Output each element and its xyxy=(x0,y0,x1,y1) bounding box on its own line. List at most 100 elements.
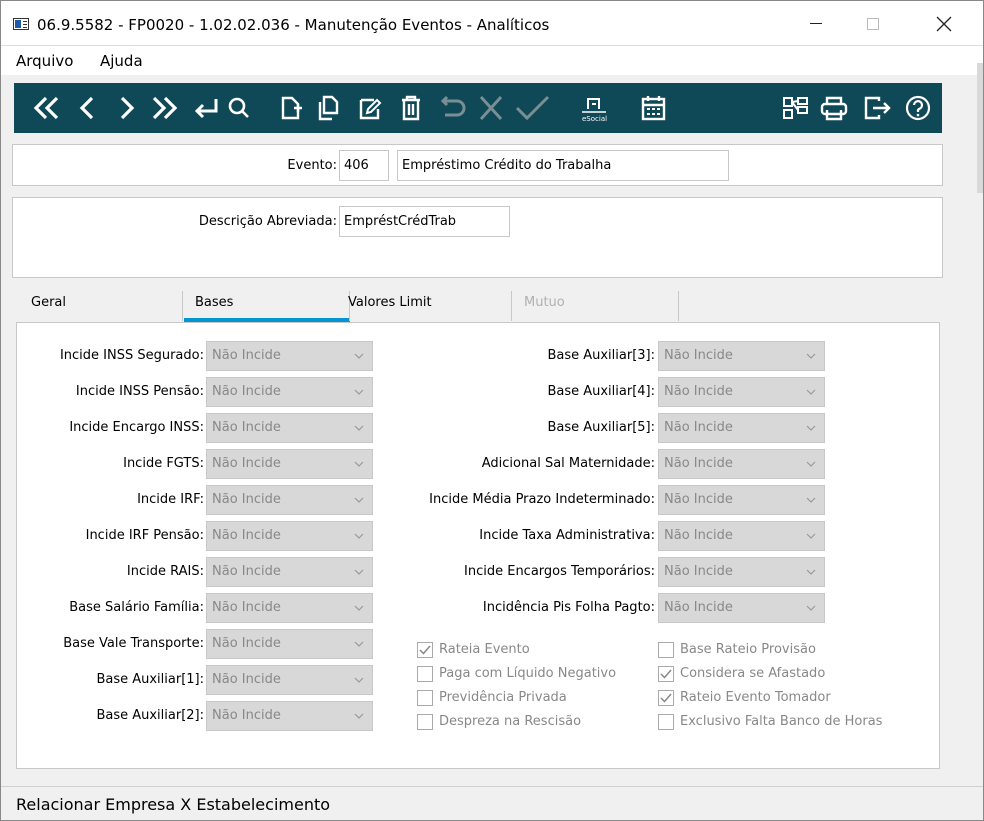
checkbox[interactable] xyxy=(658,666,674,682)
chevron-down-icon xyxy=(806,497,816,503)
enter-button[interactable] xyxy=(187,90,223,126)
menu-arquivo[interactable]: Arquivo xyxy=(16,52,73,70)
chevron-down-icon xyxy=(354,353,364,359)
checkbox-option[interactable]: Rateia Evento xyxy=(417,639,530,661)
tab-geral[interactable]: Geral xyxy=(31,291,66,321)
first-record-button[interactable] xyxy=(28,90,64,126)
print-button[interactable] xyxy=(815,90,851,126)
dropdown-arrow[interactable] xyxy=(352,414,366,442)
incidence-select[interactable]: Não Incide xyxy=(658,485,825,515)
chevron-down-icon xyxy=(806,533,816,539)
esocial-button[interactable]: eSocial xyxy=(575,90,611,126)
incidence-select[interactable]: Não Incide xyxy=(206,593,373,623)
select-value: Não Incide xyxy=(212,384,281,399)
exit-button[interactable] xyxy=(859,90,895,126)
dropdown-arrow[interactable] xyxy=(352,702,366,730)
incidence-select[interactable]: Não Incide xyxy=(658,341,825,371)
dropdown-arrow[interactable] xyxy=(352,522,366,550)
dropdown-arrow[interactable] xyxy=(804,594,818,622)
evento-name-field[interactable]: Empréstimo Crédito do Trabalha xyxy=(397,150,729,181)
first-icon xyxy=(33,96,59,120)
checkbox[interactable] xyxy=(658,642,674,658)
incidence-select[interactable]: Não Incide xyxy=(206,701,373,731)
copy-record-button[interactable] xyxy=(310,90,346,126)
descricao-field[interactable]: EmpréstCrédTrab xyxy=(339,206,510,237)
checkbox-option[interactable]: Paga com Líquido Negativo xyxy=(417,663,616,685)
select-value: Não Incide xyxy=(664,564,733,579)
incidence-select[interactable]: Não Incide xyxy=(206,449,373,479)
last-record-button[interactable] xyxy=(145,90,181,126)
dropdown-arrow[interactable] xyxy=(804,414,818,442)
tab-bases[interactable]: Bases xyxy=(195,291,233,321)
dropdown-arrow[interactable] xyxy=(804,450,818,478)
tab-valores-limit[interactable]: Valores Limit xyxy=(348,291,432,321)
dropdown-arrow[interactable] xyxy=(804,378,818,406)
side-scrollbar[interactable] xyxy=(977,63,983,193)
title-bar: 06.9.5582 - FP0020 - 1.02.02.036 - Manut… xyxy=(1,1,983,45)
dropdown-arrow[interactable] xyxy=(352,558,366,586)
chevron-down-icon xyxy=(806,353,816,359)
esocial-icon xyxy=(582,98,606,113)
checkbox[interactable] xyxy=(417,666,433,682)
incidence-select[interactable]: Não Incide xyxy=(206,341,373,371)
checkbox[interactable] xyxy=(658,690,674,706)
incidence-select[interactable]: Não Incide xyxy=(658,449,825,479)
status-text: Relacionar Empresa X Estabelecimento xyxy=(16,795,331,814)
checkbox-option[interactable]: Base Rateio Provisão xyxy=(658,639,816,661)
checkbox-option[interactable]: Considera se Afastado xyxy=(658,663,825,685)
menu-ajuda[interactable]: Ajuda xyxy=(100,52,143,70)
checkbox[interactable] xyxy=(417,714,433,730)
incidence-select[interactable]: Não Incide xyxy=(658,593,825,623)
incidence-select[interactable]: Não Incide xyxy=(658,521,825,551)
dropdown-arrow[interactable] xyxy=(352,486,366,514)
dropdown-arrow[interactable] xyxy=(804,342,818,370)
incidence-select[interactable]: Não Incide xyxy=(658,377,825,407)
dropdown-arrow[interactable] xyxy=(804,486,818,514)
calendar-button[interactable] xyxy=(635,90,671,126)
evento-code-field[interactable]: 406 xyxy=(339,150,389,181)
checkbox-option[interactable]: Despreza na Rescisão xyxy=(417,711,581,733)
incidence-select[interactable]: Não Incide xyxy=(206,557,373,587)
checkbox-label: Previdência Privada xyxy=(439,690,567,705)
checkbox[interactable] xyxy=(417,690,433,706)
maximize-button[interactable] xyxy=(850,1,896,45)
select-value: Não Incide xyxy=(664,456,733,471)
incidence-select[interactable]: Não Incide xyxy=(658,413,825,443)
dropdown-arrow[interactable] xyxy=(352,666,366,694)
close-button[interactable] xyxy=(921,1,967,45)
dropdown-arrow[interactable] xyxy=(352,450,366,478)
search-button[interactable] xyxy=(221,90,257,126)
dropdown-arrow[interactable] xyxy=(804,522,818,550)
next-record-button[interactable] xyxy=(108,90,144,126)
field-label: Adicional Sal Maternidade: xyxy=(481,456,655,471)
dropdown-arrow[interactable] xyxy=(804,558,818,586)
incidence-select[interactable]: Não Incide xyxy=(206,629,373,659)
help-button[interactable] xyxy=(900,90,936,126)
incidence-select[interactable]: Não Incide xyxy=(206,377,373,407)
dropdown-arrow[interactable] xyxy=(352,630,366,658)
tree-button[interactable] xyxy=(777,90,813,126)
checkbox-option[interactable]: Previdência Privada xyxy=(417,687,567,709)
field-label: Incidência Pis Folha Pagto: xyxy=(482,600,655,615)
chevron-down-icon xyxy=(354,641,364,647)
checkbox-option[interactable]: Exclusivo Falta Banco de Horas xyxy=(658,711,882,733)
incidence-select[interactable]: Não Incide xyxy=(206,485,373,515)
previous-record-button[interactable] xyxy=(70,90,106,126)
incidence-select[interactable]: Não Incide xyxy=(658,557,825,587)
edit-record-button[interactable] xyxy=(352,90,388,126)
delete-record-button[interactable] xyxy=(392,90,428,126)
field-label: Base Auxiliar[1]: xyxy=(96,672,204,687)
checkbox[interactable] xyxy=(417,642,433,658)
maximize-icon xyxy=(867,17,879,30)
new-record-button[interactable] xyxy=(272,90,308,126)
minimize-button[interactable] xyxy=(793,1,839,45)
dropdown-arrow[interactable] xyxy=(352,594,366,622)
dropdown-arrow[interactable] xyxy=(352,342,366,370)
incidence-select[interactable]: Não Incide xyxy=(206,521,373,551)
incidence-select[interactable]: Não Incide xyxy=(206,413,373,443)
incidence-select[interactable]: Não Incide xyxy=(206,665,373,695)
checkbox-option[interactable]: Rateio Evento Tomador xyxy=(658,687,831,709)
field-label: Incide Encargos Temporários: xyxy=(464,564,655,579)
dropdown-arrow[interactable] xyxy=(352,378,366,406)
checkbox[interactable] xyxy=(658,714,674,730)
